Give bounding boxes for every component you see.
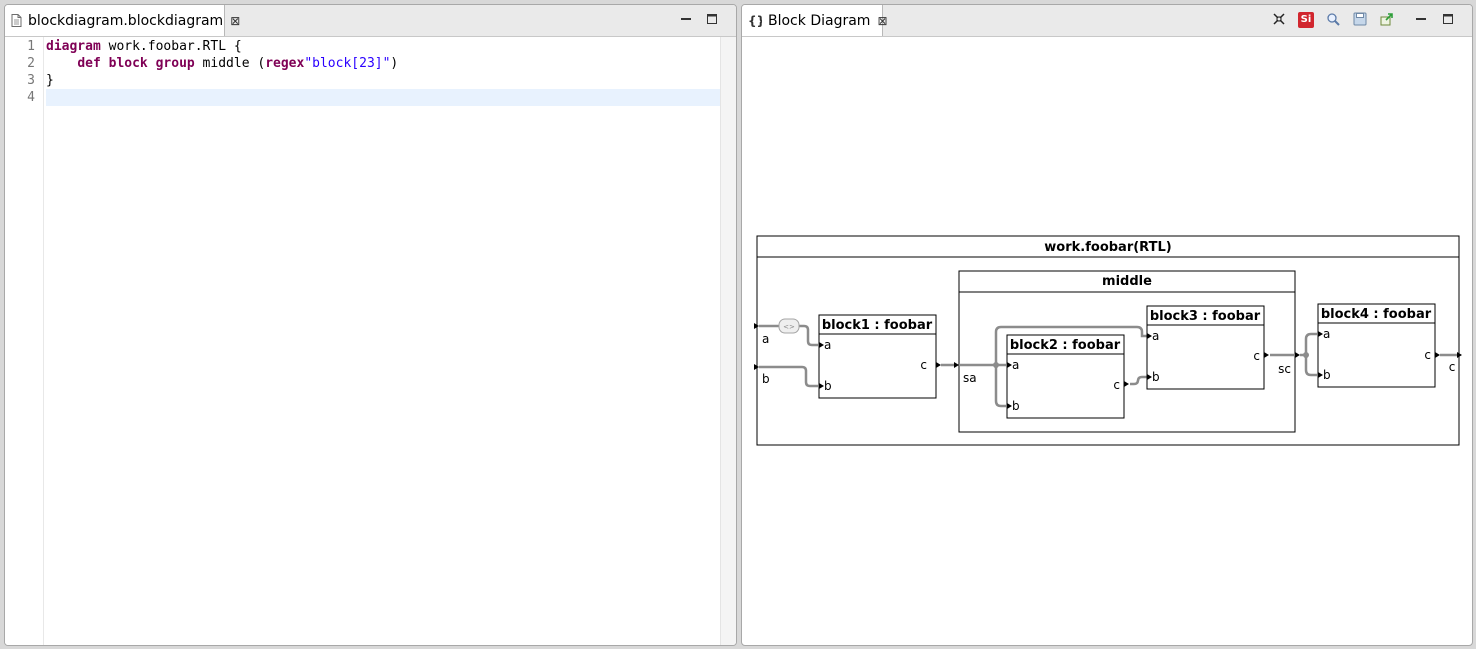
port-label: c [1253, 349, 1260, 363]
close-icon[interactable]: ⊠ [230, 14, 240, 28]
block-title: block2 : foobar [1010, 338, 1121, 353]
line-number: 3 [27, 73, 35, 88]
block-title: block3 : foobar [1150, 309, 1261, 324]
port-label: c [920, 358, 927, 372]
fit-icon [1272, 12, 1286, 29]
line-number: 4 [27, 90, 35, 105]
zoom-button[interactable] [1324, 11, 1342, 29]
block-diagram-svg: work.foobar(RTL) a b <> block1: foobar … [754, 235, 1462, 446]
port-label: a [1323, 327, 1330, 341]
code-text: ) [390, 56, 399, 71]
port-label: a [1152, 329, 1159, 343]
port-label: sc [1278, 362, 1291, 376]
sirius-icon: Si [1298, 12, 1314, 28]
file-icon [11, 14, 22, 27]
code-text: } [46, 73, 54, 88]
maximize-button[interactable] [1439, 11, 1457, 29]
code-line-4-current[interactable] [46, 89, 721, 106]
tab-label: Block Diagram [768, 12, 871, 29]
port-label: b [762, 372, 770, 386]
editor-tabbar: blockdiagram.blockdiagram ⊠ [5, 5, 736, 37]
minimize-button[interactable] [677, 11, 695, 29]
close-icon[interactable]: ⊠ [877, 14, 887, 28]
line-number: 2 [27, 56, 35, 71]
code-line-1[interactable]: diagram work.foobar.RTL { [46, 38, 721, 55]
keyword: block [108, 56, 148, 71]
block-diagram-panel: {} Block Diagram ⊠ Si [741, 4, 1473, 646]
keyword: regex [265, 56, 305, 71]
port-label: a [824, 338, 831, 352]
block-title: block1 : foobar [822, 318, 933, 333]
svg-text:{}: {} [748, 14, 762, 27]
line-number: 1 [27, 39, 35, 54]
braces-icon: {} [748, 14, 762, 27]
code-text: work.foobar.RTL { [100, 39, 242, 54]
port-label: c [1449, 360, 1456, 374]
block1[interactable]: block1 : foobar a b c [818, 314, 941, 399]
inverter-node[interactable]: <> [778, 318, 800, 334]
block2[interactable]: block2 : foobar a b c [1006, 334, 1129, 419]
minimize-icon [1415, 13, 1427, 28]
port-label: a [762, 332, 769, 346]
code-editor[interactable]: 1 2 3 4 diagram work.foobar.RTL { def bl… [5, 37, 721, 645]
tab-label: blockdiagram.blockdiagram [28, 12, 224, 29]
fit-to-view-button[interactable] [1270, 11, 1288, 29]
sirius-button[interactable]: Si [1297, 11, 1315, 29]
diagram-tabbar: {} Block Diagram ⊠ Si [742, 5, 1472, 37]
code-line-2[interactable]: def block group middle (regex"block[23]"… [46, 55, 721, 72]
inverter-label: <> [783, 323, 795, 331]
port-label: b [1323, 368, 1331, 382]
code-line-3[interactable]: } [46, 72, 721, 89]
maximize-icon [1442, 13, 1454, 28]
tab-block-diagram[interactable]: {} Block Diagram ⊠ [742, 5, 888, 36]
minimize-icon [680, 13, 692, 28]
maximize-icon [706, 13, 718, 28]
block-title: block4 : foobar [1321, 307, 1432, 322]
port-label: a [1012, 358, 1019, 372]
maximize-button[interactable] [703, 11, 721, 29]
minimize-button[interactable] [1412, 11, 1430, 29]
code-text: middle ( [194, 56, 266, 71]
export-button[interactable] [1378, 11, 1396, 29]
save-icon [1353, 12, 1367, 29]
port-label: b [1152, 370, 1160, 384]
keyword: group [155, 56, 195, 71]
port-label: c [1424, 348, 1431, 362]
diagram-title: work.foobar(RTL) [1044, 240, 1171, 255]
string-literal: "block[23]" [304, 56, 391, 71]
export-icon [1380, 12, 1394, 29]
vertical-scrollbar[interactable] [720, 37, 736, 645]
group-title: middle [1102, 274, 1152, 289]
port-label: b [824, 379, 832, 393]
diagram-canvas[interactable]: work.foobar(RTL) a b <> block1: foobar … [742, 37, 1472, 645]
block3[interactable]: block3 : foobar a b c [1146, 305, 1269, 390]
line-number-gutter: 1 2 3 4 [5, 37, 44, 645]
editor-panel: blockdiagram.blockdiagram ⊠ 1 2 3 4 diag… [4, 4, 737, 646]
tab-blockdiagram-file[interactable]: blockdiagram.blockdiagram ⊠ [5, 5, 240, 36]
keyword: def [77, 56, 101, 71]
block4[interactable]: block4 : foobar a b c [1317, 303, 1440, 388]
port-label: b [1012, 399, 1020, 413]
save-button[interactable] [1351, 11, 1369, 29]
port-label: c [1113, 378, 1120, 392]
zoom-icon [1326, 12, 1340, 29]
keyword: diagram [46, 39, 101, 54]
port-label: sa [963, 371, 977, 385]
